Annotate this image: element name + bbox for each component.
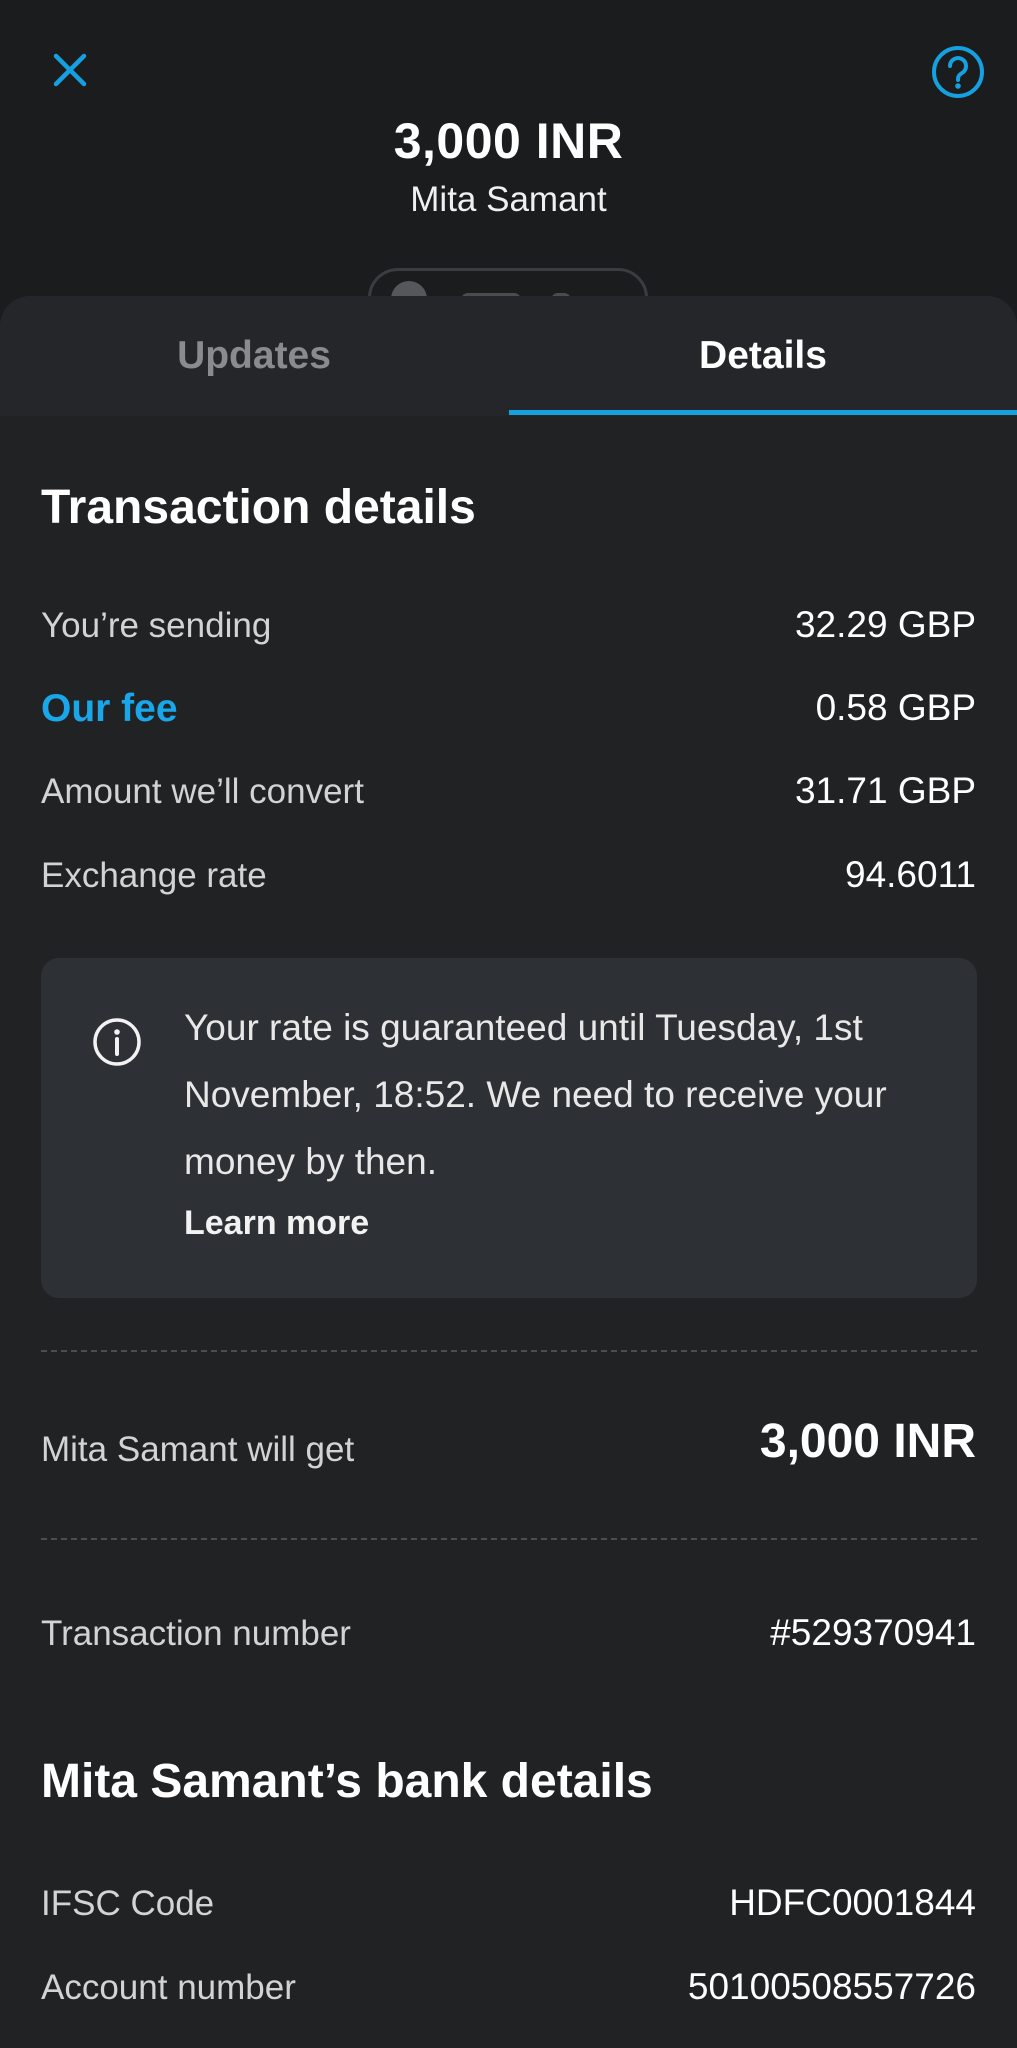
convert-value: 31.71 GBP	[794, 770, 976, 811]
recipient-gets-value: 3,000 INR	[759, 1415, 976, 1468]
divider	[41, 1350, 977, 1352]
sending-label: You’re sending	[41, 606, 272, 645]
active-tab-indicator	[509, 410, 1017, 415]
close-icon	[53, 53, 87, 87]
header: 3,000 INR Mita Samant	[0, 0, 1017, 328]
sending-value: 32.29 GBP	[794, 604, 976, 645]
info-circle-icon	[93, 1018, 141, 1066]
divider	[41, 1538, 977, 1540]
transaction-number-label: Transaction number	[41, 1614, 351, 1653]
bank-details-title: Mita Samant’s bank details	[41, 1755, 653, 1808]
tab-bar: Updates Details	[0, 296, 1017, 416]
account-number-label: Account number	[41, 1968, 296, 2007]
learn-more-link[interactable]: Learn more	[184, 1204, 369, 1243]
tab-updates[interactable]: Updates	[0, 296, 508, 416]
our-fee-link[interactable]: Our fee	[41, 687, 178, 731]
close-button[interactable]	[44, 44, 96, 96]
fee-value: 0.58 GBP	[815, 687, 976, 728]
header-amount: 3,000 INR	[393, 113, 624, 169]
exchange-rate-label: Exchange rate	[41, 856, 267, 895]
help-button[interactable]	[930, 44, 986, 100]
transaction-details-title: Transaction details	[41, 481, 476, 534]
tab-details[interactable]: Details	[509, 296, 1017, 416]
transaction-number-value: #529370941	[770, 1612, 976, 1653]
account-number-value: 50100508557726	[687, 1966, 976, 2007]
recipient-gets-label: Mita Samant will get	[41, 1430, 355, 1469]
convert-label: Amount we’ll convert	[41, 772, 364, 811]
details-sheet: Updates Details Transaction details You’…	[0, 296, 1017, 2048]
header-recipient-name: Mita Samant	[410, 180, 607, 219]
rate-guarantee-notice: Your rate is guaranteed until Tuesday, 1…	[41, 958, 977, 1298]
exchange-rate-value: 94.6011	[845, 854, 976, 895]
ifsc-label: IFSC Code	[41, 1884, 215, 1923]
ifsc-value: HDFC0001844	[729, 1882, 976, 1923]
rate-guarantee-text: Your rate is guaranteed until Tuesday, 1…	[184, 1007, 887, 1182]
help-circle-icon	[932, 46, 984, 98]
